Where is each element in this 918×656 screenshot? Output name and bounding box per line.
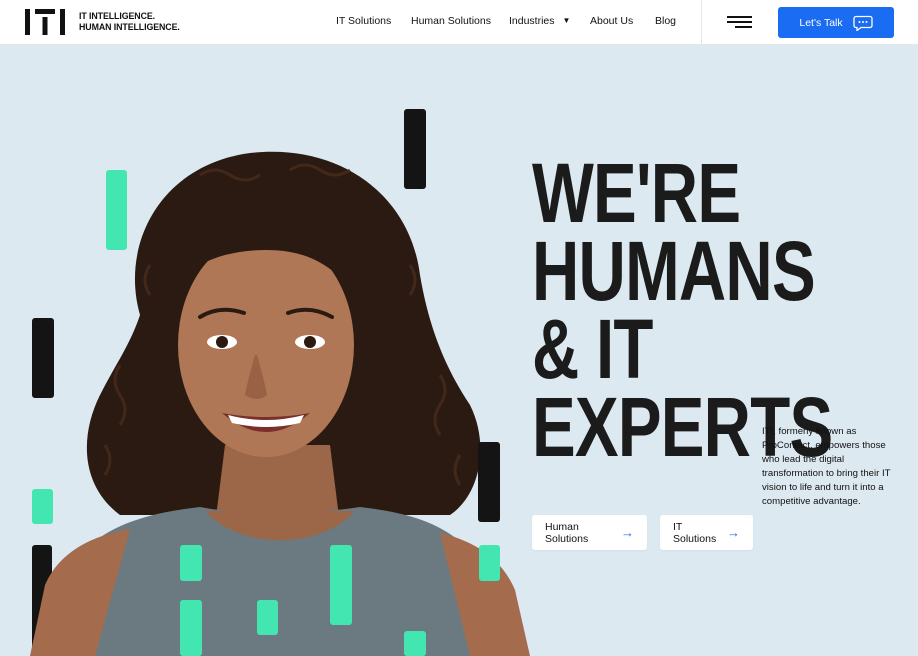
hero-section: WE'RE HUMANS & IT EXPERTS ITI, formerly … bbox=[0, 45, 918, 656]
decor-bar-green bbox=[257, 600, 278, 635]
hamburger-icon[interactable] bbox=[727, 16, 752, 29]
arrow-right-icon: → bbox=[621, 525, 634, 540]
hero-description: ITI, formerly known as ProContact, empow… bbox=[762, 425, 891, 507]
logo-line-1: IT INTELLIGENCE. bbox=[79, 11, 156, 22]
decor-bar-green bbox=[330, 545, 352, 625]
nav-item-about-us[interactable]: About Us bbox=[590, 15, 633, 27]
caret-down-icon: ▼ bbox=[562, 16, 571, 25]
it-solutions-button[interactable]: IT Solutions → bbox=[660, 515, 753, 550]
decor-bar-green bbox=[180, 545, 202, 581]
logo-tagline: IT INTELLIGENCE. HUMAN INTELLIGENCE. bbox=[79, 11, 180, 33]
logo-line-2: HUMAN INTELLIGENCE. bbox=[79, 22, 180, 33]
logo[interactable]: IT INTELLIGENCE. HUMAN INTELLIGENCE. bbox=[25, 9, 189, 35]
hero-headline: WE'RE HUMANS & IT EXPERTS bbox=[532, 146, 833, 474]
headline-line-4: EXPERTS bbox=[532, 380, 833, 474]
header-divider bbox=[701, 0, 702, 44]
headline-line-3: & IT bbox=[532, 302, 653, 396]
nav-item-it-solutions[interactable]: IT Solutions bbox=[336, 15, 391, 27]
lets-talk-label: Let's Talk bbox=[799, 16, 843, 29]
nav-item-human-solutions[interactable]: Human Solutions bbox=[411, 15, 491, 27]
chat-bubble-icon bbox=[852, 15, 873, 31]
headline-line-2: HUMANS bbox=[532, 224, 816, 318]
nav-item-industries-label: Industries bbox=[509, 15, 555, 27]
decor-bar-green bbox=[180, 600, 202, 656]
decor-bar-green bbox=[479, 545, 500, 581]
headline-line-1: WE'RE bbox=[532, 146, 741, 240]
iti-logo-mark-icon bbox=[25, 9, 65, 35]
it-solutions-label: IT Solutions bbox=[673, 520, 717, 545]
lets-talk-button[interactable]: Let's Talk bbox=[778, 7, 894, 38]
decor-bar-green bbox=[404, 631, 426, 656]
woman-portrait-image bbox=[30, 151, 530, 656]
nav-item-blog[interactable]: Blog bbox=[655, 15, 676, 27]
nav-item-industries[interactable]: Industries ▼ bbox=[509, 15, 570, 27]
site-header: IT INTELLIGENCE. HUMAN INTELLIGENCE. IT … bbox=[0, 0, 918, 45]
arrow-right-icon: → bbox=[727, 525, 740, 540]
human-solutions-label: Human Solutions bbox=[545, 520, 589, 545]
decor-bar-dark bbox=[478, 442, 500, 522]
human-solutions-button[interactable]: Human Solutions → bbox=[532, 515, 647, 550]
